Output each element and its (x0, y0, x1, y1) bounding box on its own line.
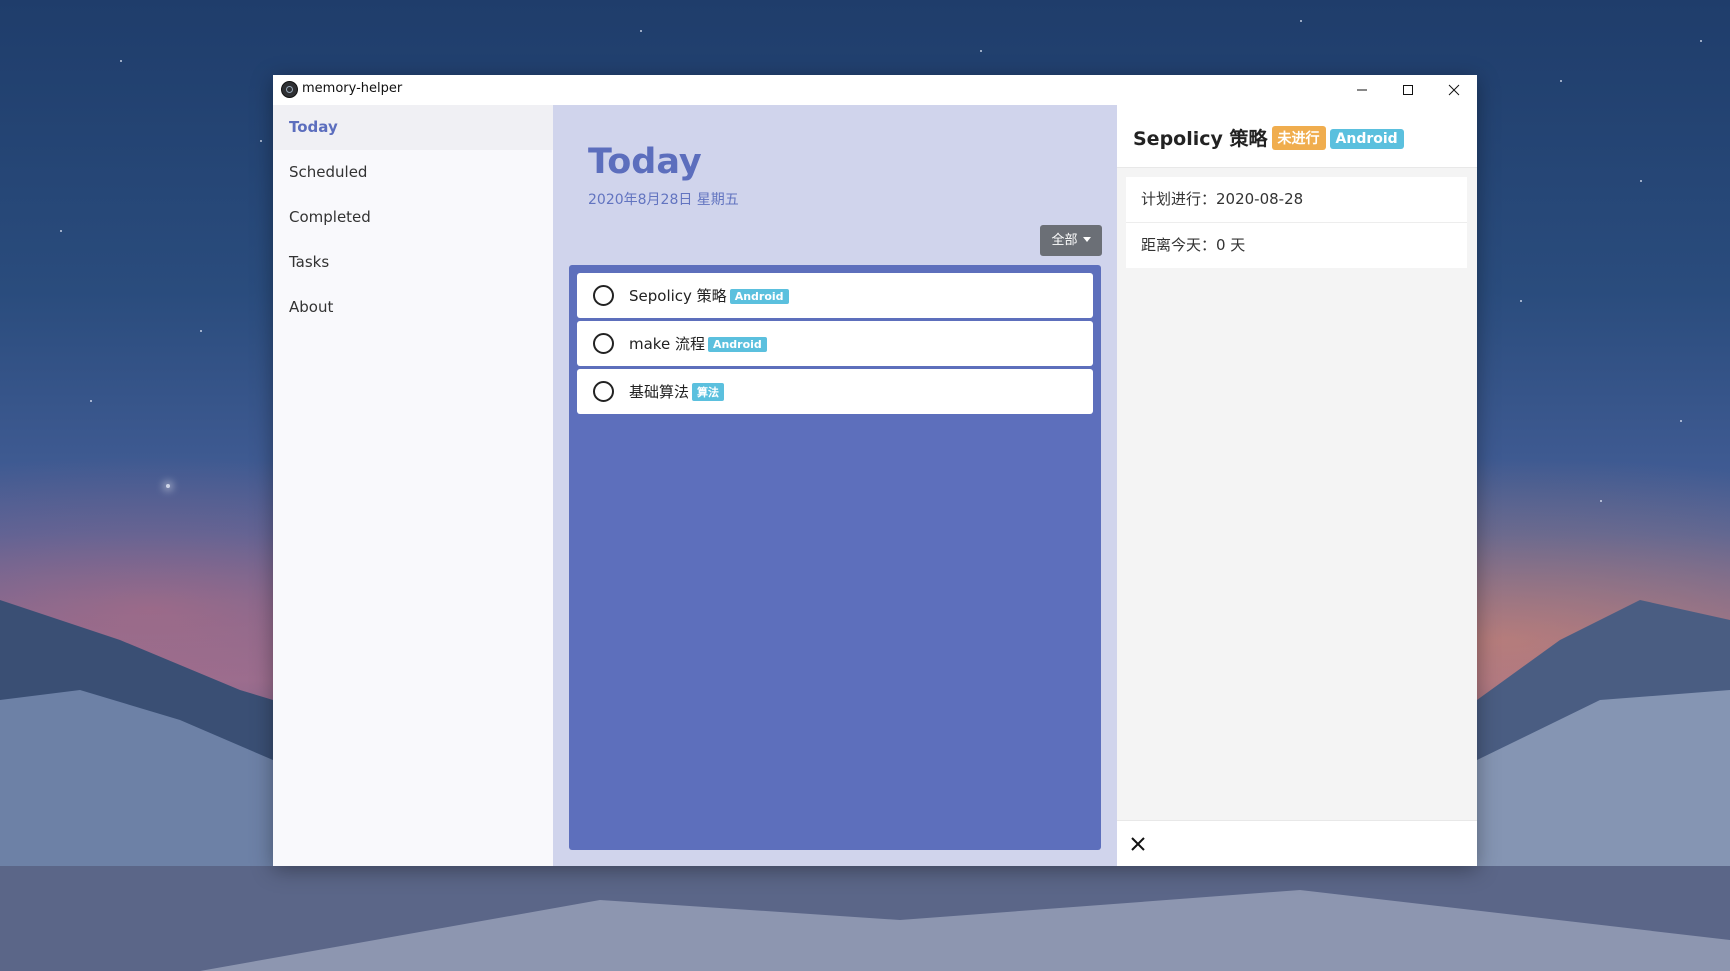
task-row[interactable]: Sepolicy 策略 Android (577, 273, 1093, 318)
title-bar[interactable]: memory-helper (273, 75, 1477, 105)
minimize-icon (1357, 89, 1367, 91)
planned-date: 计划进行：2020-08-28 (1126, 177, 1467, 223)
days-remaining: 距离今天：0 天 (1141, 236, 1246, 254)
task-row[interactable]: 基础算法 算法 (577, 369, 1093, 414)
app-window: memory-helper Today Scheduled Completed … (273, 75, 1477, 866)
task-label: make 流程 Android (629, 333, 767, 354)
task-tag-badge: Android (729, 289, 789, 304)
detail-footer (1117, 820, 1477, 866)
window-title: memory-helper (302, 81, 403, 96)
task-tag-badge: 算法 (692, 383, 725, 401)
circle-checkbox-icon[interactable] (593, 285, 614, 306)
detail-panel: Sepolicy 策略 未进行 Android 计划进行：2020-08-28 距离… (1117, 105, 1477, 866)
sidebar-item-today[interactable]: Today (273, 105, 553, 150)
task-list: Sepolicy 策略 Android make 流程 Android 基础算法 算法 (569, 265, 1101, 850)
status-badge: 未进行 (1271, 126, 1326, 150)
sidebar-item-scheduled[interactable]: Scheduled (273, 150, 553, 195)
sidebar: Today Scheduled Completed Tasks About (273, 105, 553, 866)
task-label: 基础算法 算法 (629, 381, 725, 402)
main-panel: Today 2020年8月28日 星期五 全部 Sepolicy 策略 Andro… (553, 105, 1117, 866)
task-name: Sepolicy 策略 (629, 287, 727, 305)
detail-info-card: 计划进行：2020-08-28 距离今天：0 天 (1126, 177, 1467, 268)
filter-dropdown-label: 全部 (1051, 233, 1078, 248)
tag-badge: Android (1329, 129, 1404, 149)
close-icon (1448, 84, 1460, 96)
task-label: Sepolicy 策略 Android (629, 285, 789, 306)
page-date: 2020年8月28日 星期五 (588, 192, 739, 208)
circle-checkbox-icon[interactable] (593, 381, 614, 402)
sidebar-item-completed[interactable]: Completed (273, 195, 553, 240)
sidebar-item-about[interactable]: About (273, 285, 553, 330)
detail-title: Sepolicy 策略 未进行 Android (1133, 124, 1404, 151)
close-button[interactable] (1431, 75, 1477, 105)
minimize-button[interactable] (1339, 75, 1385, 105)
filter-dropdown[interactable]: 全部 (1040, 225, 1102, 256)
maximize-button[interactable] (1385, 75, 1431, 105)
task-tag-badge: Android (707, 337, 767, 352)
detail-task-name: Sepolicy 策略 (1133, 128, 1268, 150)
maximize-icon (1403, 85, 1413, 95)
circle-checkbox-icon[interactable] (593, 333, 614, 354)
detail-header: Sepolicy 策略 未进行 Android (1117, 105, 1477, 168)
app-logo-icon (281, 81, 298, 98)
task-name: make 流程 (629, 335, 705, 353)
caret-down-icon (1082, 237, 1091, 242)
task-row[interactable]: make 流程 Android (577, 321, 1093, 366)
task-name: 基础算法 (629, 383, 690, 401)
close-icon[interactable] (1129, 835, 1147, 853)
page-title: Today (588, 142, 702, 182)
sidebar-item-tasks[interactable]: Tasks (273, 240, 553, 285)
